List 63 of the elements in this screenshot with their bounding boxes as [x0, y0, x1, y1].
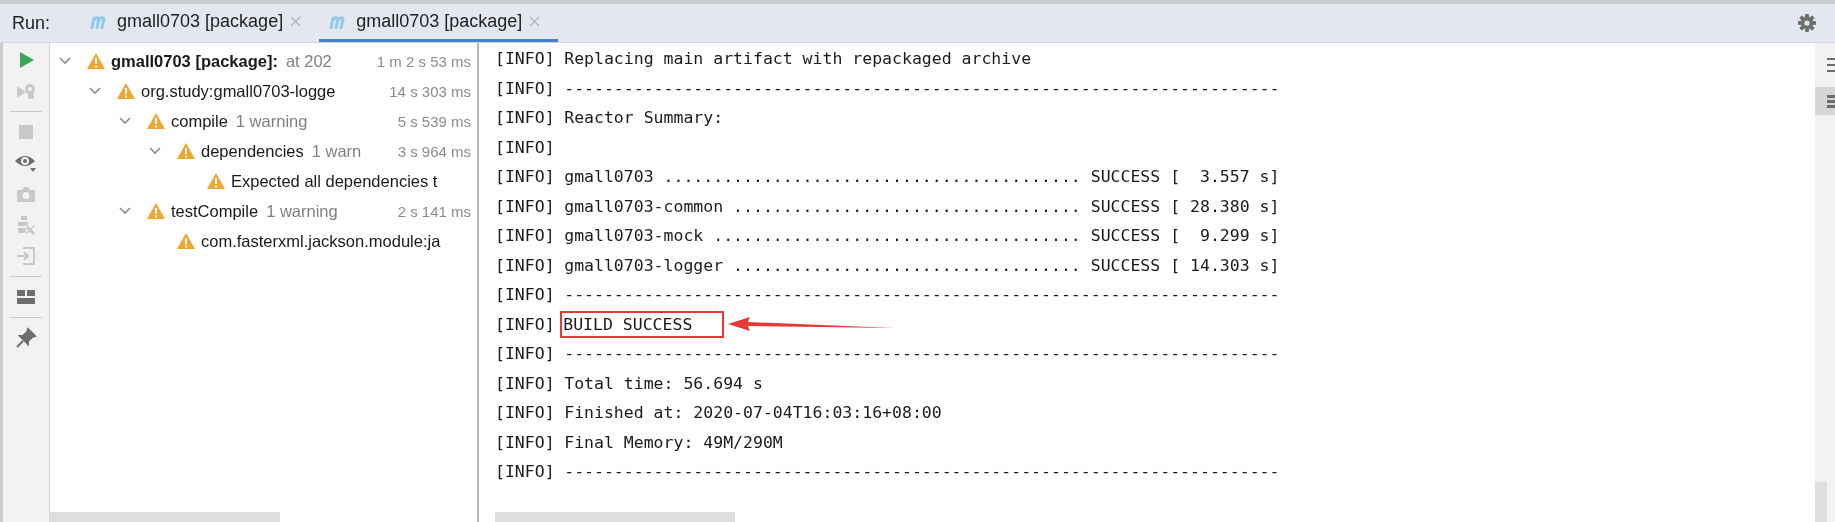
- log-message: Total time: 56.694 s: [564, 373, 763, 393]
- warning-icon: [146, 202, 166, 220]
- pin-icon[interactable]: [15, 327, 37, 349]
- log-message: gmall0703-logger ................................... SUCCESS [ 14.303 s]: [564, 255, 1280, 275]
- horizontal-scrollbar[interactable]: [50, 512, 280, 522]
- warning-icon: [116, 82, 136, 100]
- warning-icon: [86, 52, 106, 70]
- scroll-end-button[interactable]: [1815, 87, 1835, 115]
- log-message: gmall0703-common ................................... SUCCESS [ 28.380 s]: [564, 196, 1280, 216]
- log-level: [INFO]: [495, 314, 555, 334]
- log-message: Reactor Summary:: [564, 108, 724, 128]
- log-level: [INFO]: [495, 285, 555, 305]
- duration-label: 1 m 2 s 53 ms: [376, 52, 471, 70]
- log-message: Replacing main artifact with repackaged archive: [564, 49, 1032, 69]
- tree-item-note: 1 warning: [235, 111, 308, 131]
- tree-item[interactable]: org.study:gmall0703-logge: [141, 81, 336, 101]
- log-message: BUILD SUCCESS: [562, 312, 723, 336]
- tree-item[interactable]: com.fasterxml.jackson.module:ja: [201, 231, 441, 251]
- tree-item[interactable]: testCompile: [171, 201, 259, 221]
- vertical-scrollbar[interactable]: [1815, 482, 1827, 522]
- log-message: gmall0703-mock ..................................... SUCCESS [ 9.299 s]: [564, 226, 1280, 246]
- log-level: [INFO]: [495, 108, 555, 128]
- log-level: [INFO]: [495, 344, 555, 364]
- duration-label: 3 s 964 ms: [397, 142, 471, 160]
- log-level: [INFO]: [495, 432, 555, 452]
- tree-item-note: 1 warn: [311, 141, 362, 161]
- tree-item-note: 1 warning: [266, 201, 338, 221]
- log-message: ------------------------------------------------------------------------: [564, 285, 1280, 305]
- warning-icon: [206, 172, 226, 190]
- log-level: [INFO]: [495, 373, 555, 393]
- horizontal-scrollbar[interactable]: [495, 512, 735, 522]
- close-icon[interactable]: [290, 16, 302, 27]
- warning-icon: [176, 142, 196, 160]
- log-level: [INFO]: [495, 78, 555, 98]
- tree-item[interactable]: Expected all dependencies t: [231, 171, 438, 191]
- warning-icon: [146, 112, 166, 130]
- run-label: Run:: [12, 12, 51, 34]
- tree-item[interactable]: dependencies: [201, 141, 304, 161]
- log-level: [INFO]: [495, 49, 555, 69]
- duration-label: 14 s 303 ms: [389, 82, 471, 100]
- log-message: Finished at: 2020-07-04T16:03:16+08:00: [564, 403, 942, 423]
- log-level: [INFO]: [495, 255, 555, 275]
- log-level: [INFO]: [495, 403, 555, 423]
- log-message: gmall0703 .......................................... SUCCESS [ 3.557 s]: [564, 167, 1280, 187]
- settings-icon[interactable]: [1797, 13, 1817, 33]
- tree-item[interactable]: gmall0703 [package]:: [111, 51, 278, 71]
- log-message: ------------------------------------------------------------------------: [564, 78, 1280, 98]
- log-message: Final Memory: 49M/290M: [564, 432, 783, 452]
- duration-label: 5 s 539 ms: [397, 112, 471, 130]
- log-message: ------------------------------------------------------------------------: [564, 344, 1280, 364]
- warning-icon: [176, 232, 196, 250]
- tree-item[interactable]: compile: [171, 111, 228, 131]
- log-level: [INFO]: [495, 196, 555, 216]
- duration-label: 2 s 141 ms: [397, 202, 471, 220]
- run-tab[interactable]: gmall0703 [package]: [80, 4, 320, 42]
- log-level: [INFO]: [495, 226, 555, 246]
- log-level: [INFO]: [495, 167, 555, 187]
- tree-item-note: at 202: [285, 51, 332, 71]
- log-level: [INFO]: [495, 137, 555, 157]
- run-tab[interactable]: gmall0703 [package]: [319, 4, 559, 42]
- log-message: ------------------------------------------------------------------------: [564, 462, 1280, 482]
- close-icon[interactable]: [529, 16, 541, 27]
- log-level: [INFO]: [495, 462, 555, 482]
